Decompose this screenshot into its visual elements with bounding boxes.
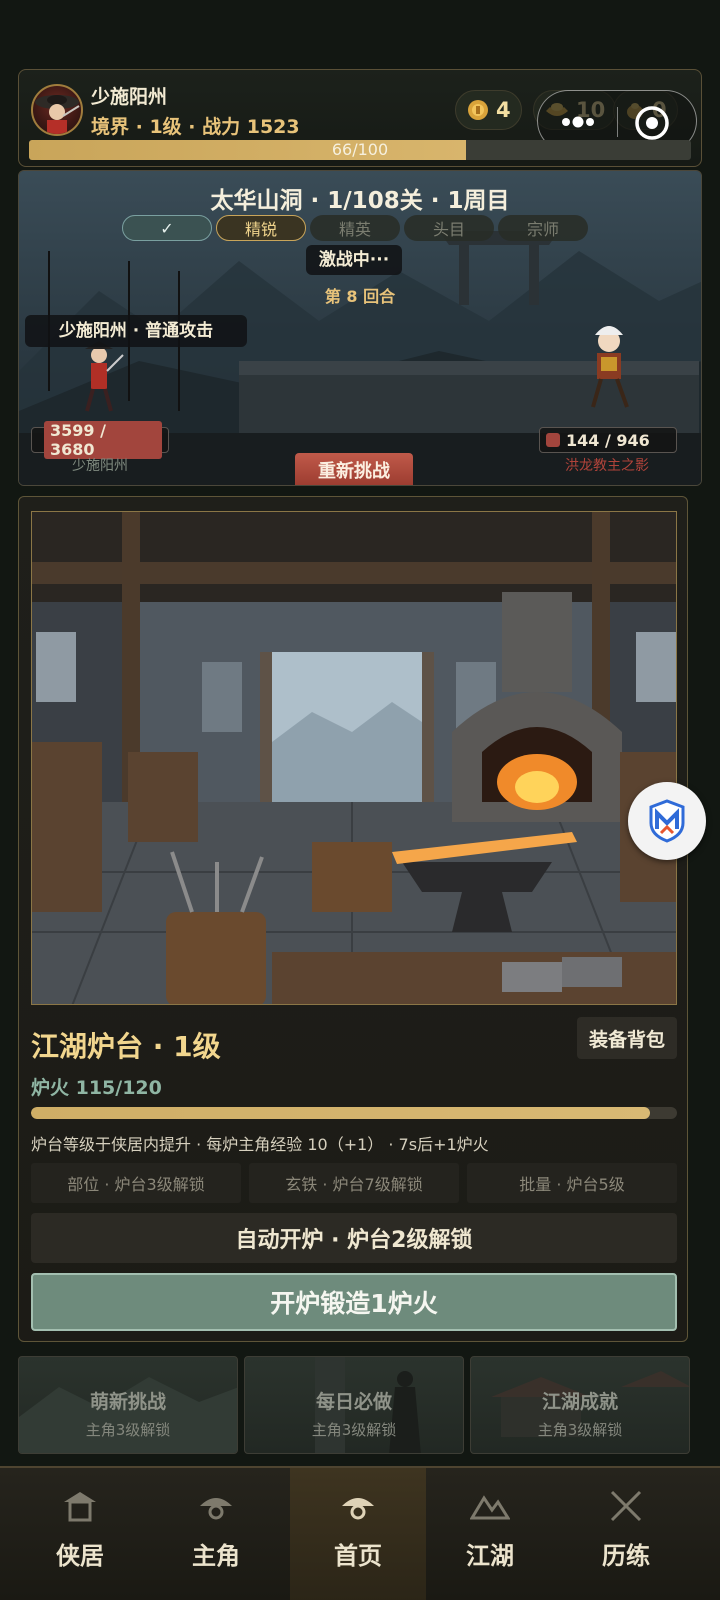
capsule-divider — [617, 107, 618, 137]
retry-label: 重新挑战 — [318, 461, 390, 482]
card-unlock-hint: 主角3级解锁 — [537, 1421, 623, 1439]
tab-elite[interactable]: 精锐 — [216, 215, 306, 241]
nav-label: 江湖 — [466, 1542, 514, 1570]
battle-status: 激战中··· — [306, 245, 402, 275]
player-hp-text: 3599 / 3680 — [44, 421, 162, 459]
player-stats: 境界 · 1级 · 战力 1523 — [91, 116, 300, 138]
locked-slot-part-label: 部位 · 炉台3级解锁 — [67, 1175, 205, 1194]
daily-tasks-card[interactable]: 每日必做 主角3级解锁 — [244, 1356, 464, 1454]
locked-slot-batch[interactable]: 批量 · 炉台5级 — [467, 1163, 677, 1203]
action-bubble: 少施阳州 · 普通攻击 — [25, 315, 247, 347]
tab-cleared-label: ✓ — [160, 218, 174, 238]
forge-fire-label: 炉火 115/120 — [31, 1077, 162, 1099]
card-unlock-hint: 主角3级解锁 — [311, 1421, 397, 1439]
card-title: 萌新挑战 — [89, 1391, 166, 1413]
start-forge-button[interactable]: 开炉锻造1炉火 — [31, 1273, 677, 1331]
forge-fire-bar — [31, 1107, 677, 1119]
enemy-hp-text: 144 / 946 — [566, 430, 650, 450]
nav-label: 首页 — [334, 1542, 382, 1570]
player-battle-name: 少施阳州 — [72, 458, 128, 474]
stage-title: 太华山洞 · 1/108关 · 1周目 — [210, 188, 510, 214]
forge-description: 炉台等级于侠居内提升 · 每炉主角经验 10（+1） · 7s后+1炉火 — [31, 1135, 489, 1154]
nav-item-jianghu[interactable]: 江湖 — [422, 1468, 558, 1600]
start-forge-label: 开炉锻造1炉火 — [270, 1289, 438, 1318]
enemy-name: 洪龙教主之影 — [565, 458, 649, 474]
tab-boss[interactable]: 头目 — [404, 215, 494, 241]
forge-title: 江湖炉台 · 1级 — [31, 1030, 221, 1063]
forge-panel: 江湖炉台 · 1级 装备背包 炉火 115/120 炉台等级于侠居内提升 · 每… — [18, 496, 688, 1342]
tab-expert-label: 精英 — [338, 220, 371, 239]
exp-text: 66/100 — [331, 140, 389, 159]
hat-icon — [342, 1498, 374, 1520]
tab-master[interactable]: 宗师 — [498, 215, 588, 241]
card-title: 江湖成就 — [541, 1391, 618, 1413]
tab-elite-label: 精锐 — [244, 220, 277, 239]
enemy-hp-bar-icon — [546, 433, 560, 447]
round-counter: 第 8 回合 — [324, 287, 396, 306]
mountain-icon — [470, 1495, 510, 1520]
jianghu-achievements-card[interactable]: 江湖成就 主角3级解锁 — [470, 1356, 690, 1454]
shield-logo-icon — [649, 799, 685, 843]
player-avatar[interactable] — [31, 84, 83, 136]
player-header: 少施阳州 境界 · 1级 · 战力 1523 4 10 0 — [18, 69, 702, 167]
exp-bar: 66/100 — [29, 140, 691, 160]
newbie-challenge-card[interactable]: 萌新挑战 主角3级解锁 — [18, 1356, 238, 1454]
more-button[interactable] — [552, 107, 604, 137]
nav-item-home[interactable]: 首页 — [290, 1468, 426, 1600]
copper-currency[interactable]: 4 — [455, 90, 522, 130]
card-unlock-hint: 主角3级解锁 — [85, 1421, 171, 1439]
crossed-swords-icon — [610, 1490, 642, 1522]
nav-item-hero[interactable]: 主角 — [148, 1468, 284, 1600]
copper-coin-icon — [468, 100, 488, 120]
retry-button[interactable]: 重新挑战 — [295, 453, 413, 485]
card-title: 每日必做 — [315, 1391, 392, 1413]
tab-expert[interactable]: 精英 — [310, 215, 400, 241]
nav-label: 主角 — [192, 1542, 240, 1570]
auto-forge-label: 自动开炉 · 炉台2级解锁 — [235, 1228, 473, 1253]
auto-forge-button[interactable]: 自动开炉 · 炉台2级解锁 — [31, 1213, 677, 1263]
nav-item-residence[interactable]: 侠居 — [12, 1468, 148, 1600]
hat-icon — [200, 1498, 232, 1520]
player-name: 少施阳州 — [91, 86, 168, 108]
enemy-hp-box: 144 / 946 — [539, 427, 677, 453]
house-icon — [64, 1492, 96, 1522]
target-close-icon — [635, 106, 669, 140]
more-dots-icon — [562, 116, 594, 128]
floating-assistant-button[interactable] — [628, 782, 706, 860]
equipment-bag-button[interactable]: 装备背包 — [577, 1017, 677, 1059]
locked-slot-iron[interactable]: 玄铁 · 炉台7级解锁 — [249, 1163, 459, 1203]
tab-cleared[interactable]: ✓ — [122, 215, 212, 241]
forge-illustration — [31, 511, 677, 1005]
equipment-bag-label: 装备背包 — [588, 1028, 665, 1051]
close-button[interactable] — [634, 105, 670, 141]
tab-boss-label: 头目 — [432, 220, 465, 239]
locked-slot-batch-label: 批量 · 炉台5级 — [519, 1175, 625, 1194]
battle-panel: 太华山洞 · 1/108关 · 1周目 ✓ 精锐 精英 头目 宗师 激战中···… — [18, 170, 702, 486]
nav-label: 侠居 — [56, 1542, 104, 1570]
player-hp-box: 3599 / 3680 — [31, 421, 169, 459]
nav-item-training[interactable]: 历练 — [558, 1468, 694, 1600]
nav-label: 历练 — [602, 1542, 650, 1570]
locked-slot-part[interactable]: 部位 · 炉台3级解锁 — [31, 1163, 241, 1203]
copper-value: 4 — [496, 98, 511, 122]
forge-fire-bar-fill — [31, 1107, 651, 1119]
tab-master-label: 宗师 — [526, 220, 559, 239]
bottom-nav: 侠居 主角 首页 江湖 历练 — [0, 1466, 720, 1600]
locked-slot-iron-label: 玄铁 · 炉台7级解锁 — [285, 1175, 423, 1194]
